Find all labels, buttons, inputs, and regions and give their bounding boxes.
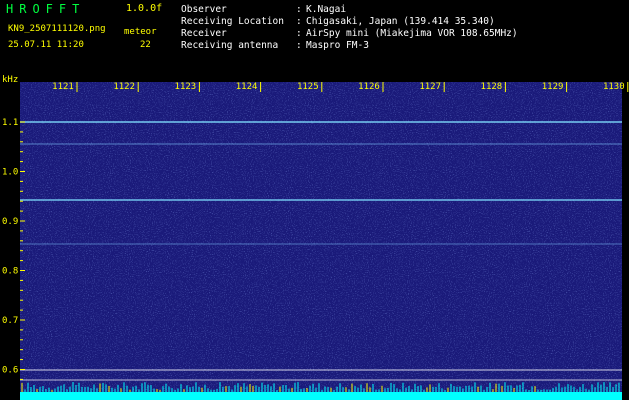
x-tick-label: 1123 — [175, 82, 197, 92]
y-tick-label: 0.7 — [2, 316, 18, 326]
y-tick-label: 1.1 — [2, 118, 18, 128]
location-value: Chigasaki, Japan (139.414 35.340) — [306, 16, 495, 27]
receiver-label: Receiver — [181, 28, 227, 39]
location-label: Receiving Location — [181, 16, 284, 27]
x-tick-label: 1121 — [52, 82, 74, 92]
x-tick-label: 1122 — [113, 82, 135, 92]
y-tick-label: 1.0 — [2, 168, 18, 178]
datetime-label: 25.07.11 11:20 — [8, 40, 84, 50]
detection-count: 22 — [140, 40, 151, 50]
app-title: HROFFT — [6, 2, 86, 16]
filename-label: KN9_2507111120.png — [8, 24, 106, 34]
hrofft-screen: HROFFT 1.0.0f KN9_2507111120.png meteor … — [0, 0, 629, 400]
x-tick-label: 1127 — [419, 82, 441, 92]
y-tick-label: 0.9 — [2, 217, 18, 227]
y-tick-label: 0.6 — [2, 366, 18, 376]
antenna-label: Receiving antenna — [181, 40, 279, 51]
power-strip — [20, 392, 622, 400]
x-tick-label: 1129 — [542, 82, 564, 92]
x-tick-label: 1128 — [481, 82, 503, 92]
x-tick-label: 1125 — [297, 82, 319, 92]
spectrogram-noise — [20, 82, 622, 392]
spectrogram-plot: 1.1 1.0 0.9 0.8 0.7 0.6 1121 1122 1123 1124 1125 1… — [2, 82, 629, 400]
y-tick-label: 0.8 — [2, 267, 18, 277]
x-tick-label: 1124 — [236, 82, 258, 92]
observer-value: K.Nagai — [306, 4, 347, 15]
observer-label: Observer — [181, 4, 227, 15]
x-tick-label: 1130 — [603, 82, 625, 92]
info-colon: : — [296, 28, 302, 39]
info-colon: : — [296, 40, 302, 51]
version-label: 1.0.0f — [126, 3, 163, 14]
receiver-value: AirSpy mini (Miakejima VOR 108.65MHz) — [306, 28, 518, 39]
x-tick-label: 1126 — [358, 82, 380, 92]
antenna-value: Maspro FM-3 — [306, 40, 369, 51]
info-colon: : — [296, 4, 302, 15]
info-colon: : — [296, 16, 302, 27]
mode-label: meteor — [124, 27, 157, 37]
